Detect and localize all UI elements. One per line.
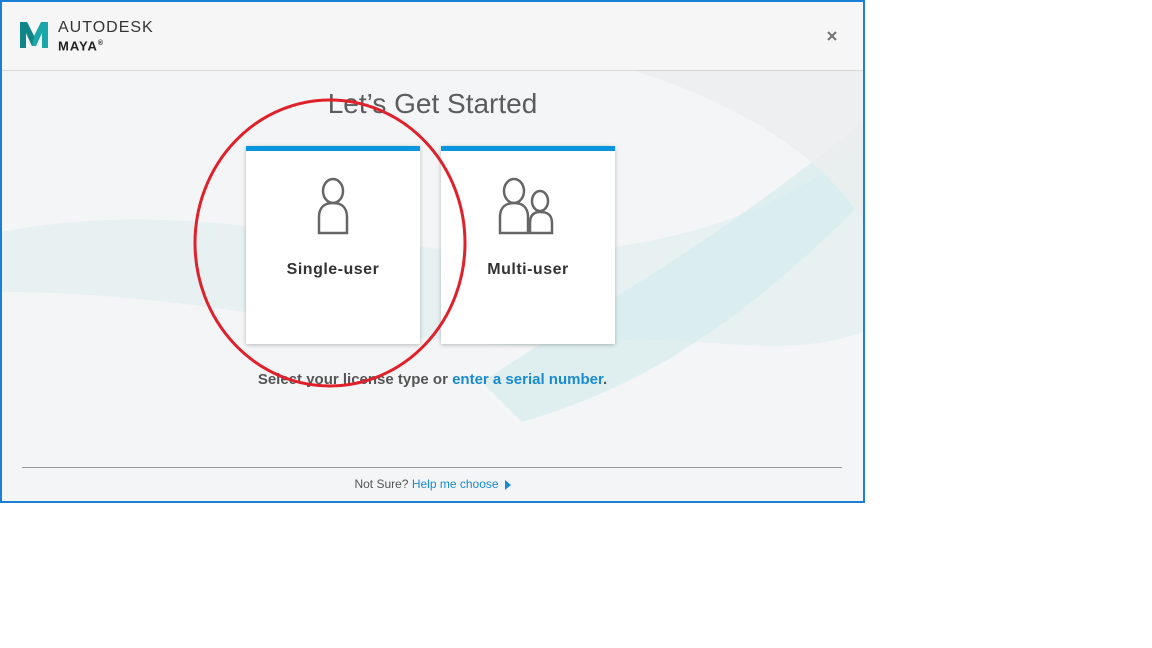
play-arrow-icon[interactable] [504,479,511,490]
not-sure-text: Not Sure? [354,477,412,491]
autodesk-maya-logo: AUTODESK MAYA® [18,20,154,54]
close-icon[interactable] [824,28,840,44]
enter-serial-number-link[interactable]: enter a serial number [452,371,603,388]
license-prompt-text: Select your license type or [257,371,453,388]
license-prompt: Select your license type or enter a seri… [2,371,863,388]
multi-user-label: Multi-user [487,261,569,278]
single-user-label: Single-user [286,261,380,278]
multi-user-card[interactable]: Multi-user [441,146,615,344]
multi-user-icon [441,177,615,242]
background-swirl [2,62,863,422]
page-title: Let’s Get Started [327,88,538,119]
single-user-card[interactable]: Single-user [246,146,420,344]
company-name: AUTODESK [58,19,154,36]
dialog-footer: Not Sure? Help me choose [2,477,863,491]
footer-divider [22,467,842,468]
license-dialog: AUTODESK MAYA® Let’s Get Started Single-… [0,0,865,503]
maya-logo-icon [20,22,48,48]
single-user-icon [246,177,420,242]
product-name: MAYA® [58,38,105,54]
license-prompt-suffix: . [602,371,608,388]
help-me-choose-link[interactable]: Help me choose [412,477,499,491]
dialog-header: AUTODESK MAYA® [2,2,863,71]
